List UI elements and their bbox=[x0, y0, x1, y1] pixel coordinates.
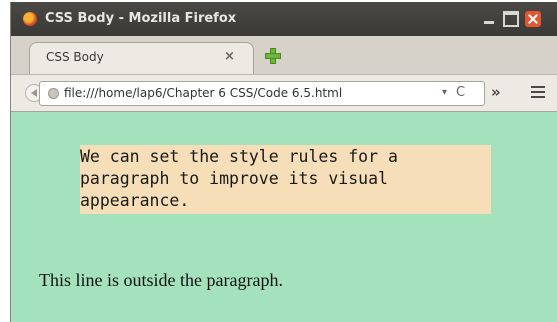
reload-icon[interactable]: C bbox=[456, 85, 465, 100]
url-dropdown-icon[interactable]: ▾ bbox=[442, 87, 447, 98]
hamburger-menu-icon[interactable] bbox=[531, 86, 545, 98]
firefox-icon bbox=[23, 12, 37, 26]
tab-close-icon[interactable]: × bbox=[224, 49, 235, 64]
page-content: We can set the style rules for a paragra… bbox=[11, 112, 557, 322]
maximize-button[interactable] bbox=[503, 11, 519, 27]
overflow-chevron-icon[interactable]: » bbox=[491, 83, 501, 101]
url-bar[interactable]: file:///home/lap6/Chapter 6 CSS/Code 6.5… bbox=[39, 81, 485, 106]
minimize-button[interactable] bbox=[481, 11, 497, 27]
paragraph-line: appearance. bbox=[80, 191, 190, 210]
browser-window: CSS Body - Mozilla Firefox CSS Body × fi… bbox=[10, 2, 557, 322]
tab-strip: CSS Body × bbox=[11, 36, 557, 74]
paragraph-line: We can set the style rules for a bbox=[80, 147, 398, 166]
globe-icon bbox=[48, 88, 59, 99]
styled-paragraph: We can set the style rules for a paragra… bbox=[80, 145, 491, 214]
tab-css-body[interactable]: CSS Body × bbox=[29, 42, 254, 74]
new-tab-plus-icon[interactable] bbox=[263, 46, 283, 66]
title-bar[interactable]: CSS Body - Mozilla Firefox bbox=[11, 2, 557, 36]
tab-label: CSS Body bbox=[46, 50, 104, 64]
close-window-button[interactable] bbox=[525, 11, 541, 27]
navigation-bar: file:///home/lap6/Chapter 6 CSS/Code 6.5… bbox=[11, 74, 557, 112]
url-text[interactable]: file:///home/lap6/Chapter 6 CSS/Code 6.5… bbox=[64, 86, 342, 100]
paragraph-line: paragraph to improve its visual bbox=[80, 169, 388, 188]
outside-paragraph-text: This line is outside the paragraph. bbox=[39, 270, 283, 290]
window-title: CSS Body - Mozilla Firefox bbox=[45, 11, 237, 26]
